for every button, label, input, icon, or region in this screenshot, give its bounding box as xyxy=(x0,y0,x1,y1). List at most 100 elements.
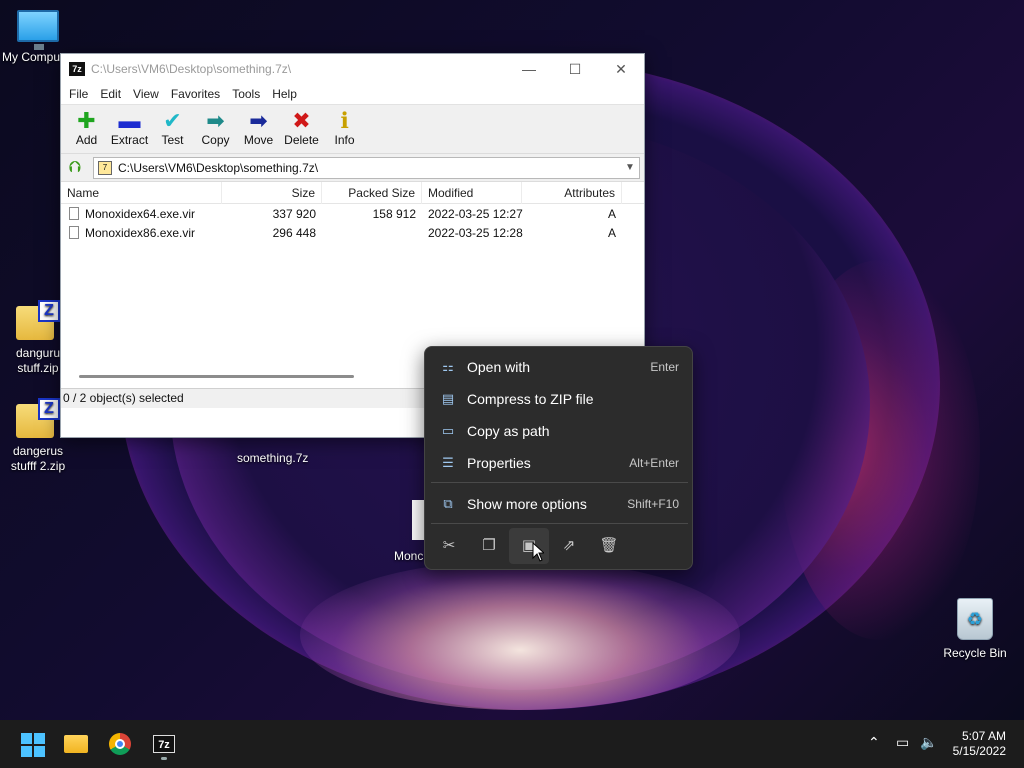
info-icon: ℹ xyxy=(340,108,349,133)
file-attributes: A xyxy=(607,225,616,240)
file-modified: 2022-03-25 12:28 xyxy=(428,225,523,240)
window-title: C:\Users\VM6\Desktop\something.7z\ xyxy=(91,62,292,76)
copy-label: Copy xyxy=(201,133,230,147)
info-label: Info xyxy=(334,133,355,147)
desktop-icon-label: dangerus xyxy=(12,444,64,458)
copy-path-icon: ▭ xyxy=(441,423,455,438)
menu-file[interactable]: File xyxy=(63,87,94,101)
menu-view[interactable]: View xyxy=(127,87,165,101)
recycle-bin-icon xyxy=(957,598,993,640)
context-item-label: Copy as path xyxy=(467,423,550,439)
check-icon: ✔ xyxy=(163,108,182,133)
desktop-icon-label-line2: stufff 2.zip xyxy=(10,459,66,473)
file-size: 296 448 xyxy=(272,225,316,240)
copy-button[interactable]: ➡ Copy xyxy=(194,105,237,153)
desktop-icon-recycle-bin[interactable]: Recycle Bin xyxy=(936,598,1014,661)
context-separator xyxy=(431,482,688,483)
start-button[interactable] xyxy=(16,728,48,760)
cut-icon[interactable]: ✂ xyxy=(429,528,469,564)
zip-archive-icon: Z xyxy=(16,300,60,340)
file-explorer-icon xyxy=(64,735,88,753)
wallpaper-glow xyxy=(300,560,740,710)
close-button[interactable]: ✕ xyxy=(598,54,644,84)
delete-x-icon: ✖ xyxy=(292,108,311,133)
column-header-modified[interactable]: Modified xyxy=(422,181,522,204)
title-bar[interactable]: 7z C:\Users\VM6\Desktop\something.7z\ — … xyxy=(61,54,644,84)
table-row[interactable]: Monoxidex64.exe.vir 337 920 158 912 2022… xyxy=(61,204,644,223)
context-item-shortcut: Enter xyxy=(650,360,679,374)
chevron-up-icon[interactable]: ⌃ xyxy=(868,734,880,751)
context-item-properties[interactable]: ☰ Properties Alt+Enter xyxy=(430,448,689,478)
share-icon[interactable]: ⇗ xyxy=(549,528,589,564)
chrome-icon xyxy=(109,733,131,755)
menu-bar: File Edit View Favorites Tools Help xyxy=(61,84,644,104)
list-header: Name Size Packed Size Modified Attribute… xyxy=(61,181,644,204)
active-app-indicator xyxy=(161,757,167,760)
more-options-icon: ⧉ xyxy=(443,496,453,511)
properties-icon: ☰ xyxy=(442,455,454,470)
archive-icon: 7 xyxy=(98,160,112,175)
zip-icon: ▤ xyxy=(441,391,455,406)
menu-help[interactable]: Help xyxy=(266,87,303,101)
table-row[interactable]: Monoxidex86.exe.vir 296 448 2022-03-25 1… xyxy=(61,223,644,242)
file-name: Monoxidex64.exe.vir xyxy=(85,206,196,221)
copy-arrow-icon: ➡ xyxy=(206,108,225,133)
taskbar-chrome[interactable] xyxy=(104,728,136,760)
menu-tools[interactable]: Tools xyxy=(226,87,266,101)
add-button[interactable]: ✚ Add xyxy=(65,105,108,153)
delete-button[interactable]: ✖ Delete xyxy=(280,105,323,153)
column-header-packed-size[interactable]: Packed Size xyxy=(322,181,422,204)
delete-icon[interactable]: 🗑 xyxy=(589,528,629,564)
taskbar-7zip[interactable]: 7z xyxy=(148,728,180,760)
delete-label: Delete xyxy=(284,133,319,147)
file-modified: 2022-03-25 12:27 xyxy=(428,206,523,221)
context-item-shortcut: Shift+F10 xyxy=(627,497,679,511)
plus-icon: ✚ xyxy=(77,108,96,133)
address-value: C:\Users\VM6\Desktop\something.7z\ xyxy=(118,160,319,175)
context-item-show-more-options[interactable]: ⧉ Show more options Shift+F10 xyxy=(430,489,689,519)
context-item-label: Open with xyxy=(467,359,531,375)
context-item-label: Show more options xyxy=(467,496,587,512)
start-icon xyxy=(16,728,48,762)
7zip-icon: 7z xyxy=(153,735,175,753)
context-menu: ⚏ Open with Enter ▤ Compress to ZIP file… xyxy=(424,346,693,570)
test-label: Test xyxy=(161,133,184,147)
column-header-size[interactable]: Size xyxy=(222,181,322,204)
context-item-label: Properties xyxy=(467,455,531,471)
menu-edit[interactable]: Edit xyxy=(94,87,127,101)
minus-icon: ▬ xyxy=(118,108,141,133)
copy-icon[interactable]: ❐ xyxy=(469,528,509,564)
address-field[interactable]: 7 C:\Users\VM6\Desktop\something.7z\ ▼ xyxy=(93,156,640,179)
context-item-compress-zip[interactable]: ▤ Compress to ZIP file xyxy=(430,384,689,414)
desktop-file-label-partial[interactable]: Monc xyxy=(394,549,423,563)
clock[interactable]: 5:07 AM 5/15/2022 xyxy=(953,729,1006,759)
column-header-attributes[interactable]: Attributes xyxy=(522,181,622,204)
file-size: 337 920 xyxy=(272,206,316,221)
context-separator xyxy=(431,523,688,524)
test-button[interactable]: ✔ Test xyxy=(151,105,194,153)
chevron-down-icon[interactable]: ▼ xyxy=(621,162,639,173)
minimize-button[interactable]: — xyxy=(506,54,552,84)
desktop-file-something-7z[interactable]: something.7z xyxy=(237,451,308,465)
context-action-bar: ✂ ❐ ▣ ⇗ 🗑 xyxy=(429,528,629,564)
move-label: Move xyxy=(243,133,274,147)
column-header-name[interactable]: Name xyxy=(61,181,222,204)
move-button[interactable]: ➡ Move xyxy=(237,105,280,153)
context-item-label: Compress to ZIP file xyxy=(467,391,594,407)
taskbar-file-explorer[interactable] xyxy=(60,728,92,760)
horizontal-scrollbar[interactable] xyxy=(79,375,354,378)
zip-archive-icon: Z xyxy=(16,398,60,438)
file-icon xyxy=(69,207,79,220)
clock-time: 5:07 AM xyxy=(961,729,1006,743)
volume-icon[interactable]: 🔈 xyxy=(920,734,937,751)
info-button[interactable]: ℹ Info xyxy=(323,105,366,153)
menu-favorites[interactable]: Favorites xyxy=(165,87,226,101)
maximize-button[interactable]: ☐ xyxy=(552,54,598,84)
context-item-open-with[interactable]: ⚏ Open with Enter xyxy=(430,352,689,382)
computer-icon xyxy=(17,10,59,50)
context-item-copy-as-path[interactable]: ▭ Copy as path xyxy=(430,416,689,446)
extract-button[interactable]: ▬ Extract xyxy=(108,105,151,153)
file-attributes: A xyxy=(607,206,616,221)
network-icon[interactable]: ▭ xyxy=(896,734,909,751)
folder-up-icon[interactable]: ⮉ xyxy=(65,158,85,178)
